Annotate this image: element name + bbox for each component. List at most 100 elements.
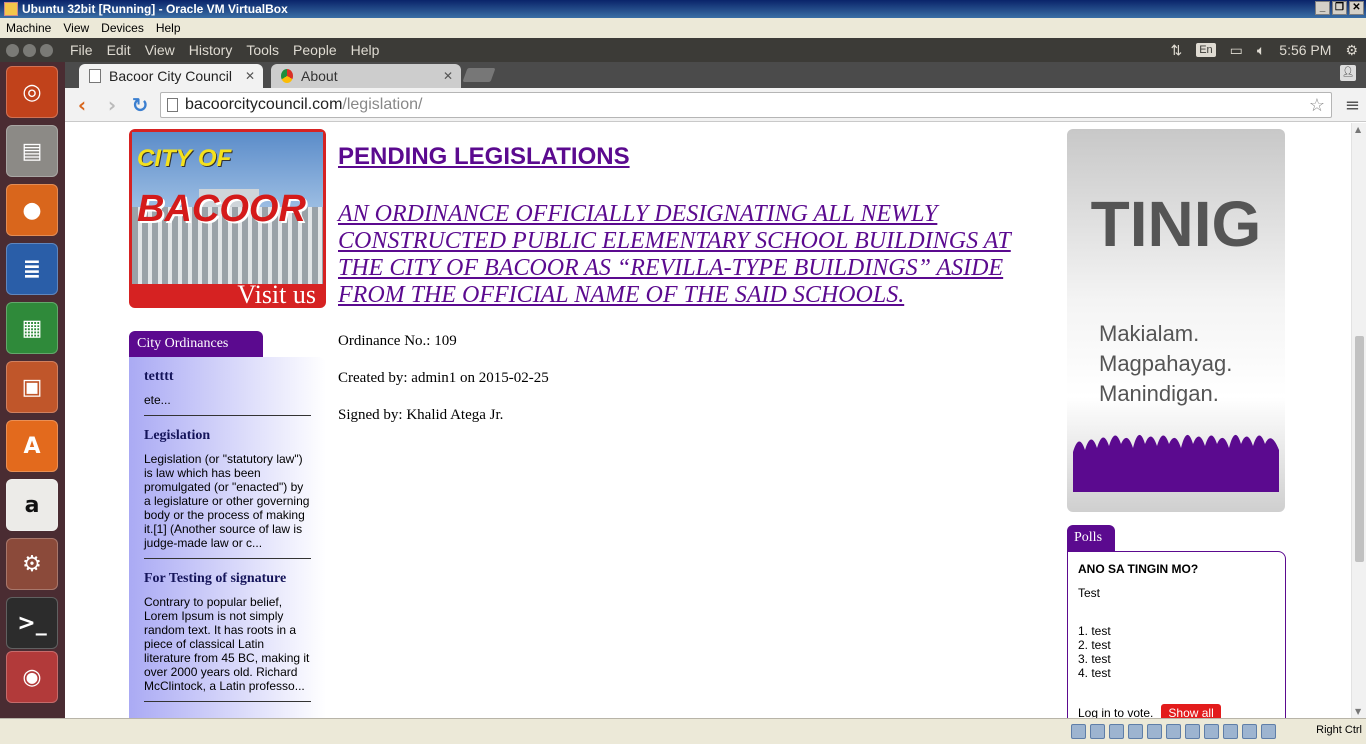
menu-help[interactable]: Help (344, 42, 387, 58)
page-icon (89, 69, 101, 83)
tinig-title: TINIG (1090, 188, 1262, 260)
system-settings-icon[interactable]: ⚙ (6, 538, 58, 590)
bookmark-star-icon[interactable]: ☆ (1309, 95, 1325, 116)
scrollbar-thumb[interactable] (1355, 336, 1364, 562)
url-path: /legislation/ (342, 96, 423, 113)
chrome-menu-icon[interactable]: ≡ (1345, 95, 1360, 116)
page-info-icon[interactable] (167, 98, 178, 112)
reload-icon[interactable]: ↻ (128, 93, 152, 117)
main-content: PENDING LEGISLATIONS AN ORDINANCE OFFICI… (338, 143, 1028, 424)
poll-option: 3. test (1078, 652, 1111, 666)
video-capture-icon[interactable] (1204, 724, 1219, 739)
maximize-window-icon[interactable] (40, 43, 53, 57)
network-icon[interactable]: ⇅ (1170, 42, 1182, 59)
ubuntu-top-panel: File Edit View History Tools People Help… (0, 38, 1366, 62)
vertical-scrollbar[interactable]: ▲ ▼ (1351, 123, 1366, 718)
forward-icon[interactable]: › (100, 93, 124, 117)
audio-icon[interactable] (1109, 724, 1124, 739)
display-icon[interactable] (1185, 724, 1200, 739)
menu-file[interactable]: File (63, 42, 100, 58)
created-by: Created by: admin1 on 2015-02-25 (338, 370, 549, 386)
session-gear-icon[interactable]: ⚙ (1345, 42, 1358, 59)
close-tab-icon[interactable]: ✕ (245, 69, 255, 83)
libreoffice-writer-icon[interactable]: ≣ (6, 243, 58, 295)
minimize-button[interactable]: _ (1315, 1, 1330, 15)
menu-view[interactable]: View (138, 42, 182, 58)
terminal-icon[interactable]: >_ (6, 597, 58, 649)
ordinance-title[interactable]: Legislation (144, 428, 311, 444)
browser-toolbar: ‹ › ↻ bacoorcitycouncil.com/legislation/… (65, 88, 1366, 122)
volume-icon[interactable]: 🔈︎ (1257, 42, 1265, 59)
libreoffice-impress-icon[interactable]: ▣ (6, 361, 58, 413)
vbox-menu-machine[interactable]: Machine (0, 21, 57, 35)
list-item: tetttt ete... (144, 369, 311, 416)
profile-icon[interactable]: 👤︎ (1340, 65, 1356, 81)
restore-button[interactable]: ❐ (1332, 1, 1347, 15)
signed-by: Signed by: Khalid Atega Jr. (338, 407, 504, 423)
city-of-bacoor-logo[interactable]: CITY OF BACOOR Visit us (129, 129, 326, 308)
network-adapter-icon[interactable] (1128, 724, 1143, 739)
close-window-icon[interactable] (6, 43, 19, 57)
city-ordinances-list: tetttt ete... Legislation Legislation (o… (129, 357, 326, 718)
page-title[interactable]: PENDING LEGISLATIONS (338, 143, 1028, 171)
ordinance-title[interactable]: tetttt (144, 369, 311, 385)
ubuntu-dash-icon[interactable]: ◎ (6, 66, 58, 118)
keyboard-layout-indicator[interactable]: En (1196, 43, 1216, 57)
firefox-icon[interactable]: ● (6, 184, 58, 236)
scroll-down-icon[interactable]: ▼ (1355, 707, 1361, 716)
back-icon[interactable]: ‹ (70, 93, 94, 117)
tinig-banner[interactable]: TINIG Makialam. Magpahayag. Manindigan. (1067, 129, 1285, 512)
software-center-icon[interactable]: A (6, 420, 58, 472)
scroll-up-icon[interactable]: ▲ (1355, 125, 1361, 134)
logo-visit-us: Visit us (237, 280, 316, 308)
close-button[interactable]: ✕ (1349, 1, 1364, 15)
polls-tab[interactable]: Polls (1067, 525, 1115, 551)
tab-strip: Bacoor City Council ✕ About ✕ 👤︎ (65, 62, 1366, 88)
poll-option: 1. test (1078, 624, 1111, 638)
minimize-window-icon[interactable] (23, 43, 36, 57)
vbox-statusbar: Right Ctrl (0, 718, 1366, 744)
poll-option: 2. test (1078, 638, 1111, 652)
optical-drive-icon[interactable] (1090, 724, 1105, 739)
menu-tools[interactable]: Tools (239, 42, 286, 58)
usb-icon[interactable] (1147, 724, 1162, 739)
hard-disk-icon[interactable] (1071, 724, 1086, 739)
polls-widget: ANO SA TINGIN MO? Test 1. test 2. test 3… (1067, 551, 1286, 718)
ordinance-title[interactable]: For Testing of signature (144, 571, 311, 587)
show-all-button[interactable]: Show all (1161, 704, 1221, 718)
menu-people[interactable]: People (286, 42, 344, 58)
ordinance-heading-link[interactable]: AN ORDINANCE OFFICIALLY DESIGNATING ALL … (338, 201, 1028, 309)
vbox-menu-view[interactable]: View (57, 21, 95, 35)
vbox-titlebar: Ubuntu 32bit [Running] - Oracle VM Virtu… (0, 0, 1366, 18)
list-item: For Testing of signature Contrary to pop… (144, 571, 311, 702)
libreoffice-calc-icon[interactable]: ▦ (6, 302, 58, 354)
poll-login-row: Log in to vote. Show all (1078, 704, 1275, 718)
keyboard-capture-icon[interactable] (1261, 724, 1276, 739)
vbox-window-title: Ubuntu 32bit [Running] - Oracle VM Virtu… (22, 2, 288, 16)
vbox-menu-devices[interactable]: Devices (95, 21, 150, 35)
clock[interactable]: 5:56 PM (1279, 42, 1331, 58)
tab-about[interactable]: About ✕ (271, 64, 461, 88)
new-tab-button[interactable] (462, 68, 496, 82)
tinig-tagline: Makialam. Magpahayag. Manindigan. (1099, 321, 1233, 406)
poll-options: 1. test 2. test 3. test 4. test (1078, 624, 1275, 680)
indicator-area: ⇅ En ▭ 🔈︎ 5:56 PM ⚙ (1170, 38, 1358, 62)
cpu-icon[interactable] (1223, 724, 1238, 739)
close-tab-icon[interactable]: ✕ (443, 69, 453, 83)
menu-edit[interactable]: Edit (100, 42, 138, 58)
crowd-silhouette-icon (1073, 434, 1279, 492)
ordinance-number: Ordinance No.: 109 (338, 333, 457, 349)
battery-icon[interactable]: ▭ (1230, 42, 1243, 59)
shared-folders-icon[interactable] (1166, 724, 1181, 739)
tab-bacoor-city-council[interactable]: Bacoor City Council ✕ (79, 64, 263, 88)
address-bar[interactable]: bacoorcitycouncil.com/legislation/ ☆ (160, 92, 1332, 118)
mouse-integration-icon[interactable] (1242, 724, 1257, 739)
virtualbox-icon (4, 2, 18, 16)
vbox-menu-help[interactable]: Help (150, 21, 187, 35)
menu-history[interactable]: History (182, 42, 240, 58)
amazon-icon[interactable]: a (6, 479, 58, 531)
files-icon[interactable]: ▤ (6, 125, 58, 177)
city-ordinances-tab[interactable]: City Ordinances (129, 331, 263, 357)
logo-text: CITY OF BACOOR (137, 145, 306, 230)
chrome-icon[interactable]: ◉ (6, 651, 58, 703)
